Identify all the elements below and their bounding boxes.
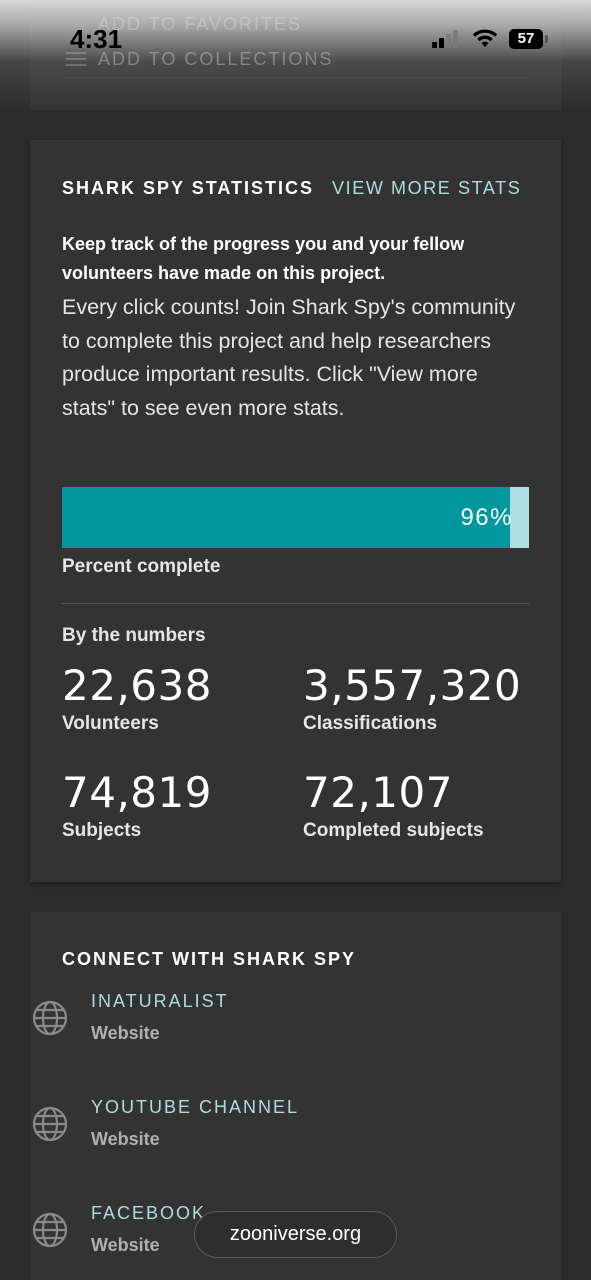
link-name[interactable]: INATURALIST: [91, 991, 229, 1012]
cellular-signal-icon: [432, 28, 464, 48]
statistics-heading: SHARK SPY STATISTICS: [62, 178, 315, 198]
statistics-description: Every click counts! Join Shark Spy's com…: [62, 295, 516, 420]
stat-value: 22,638: [62, 661, 212, 710]
link-name[interactable]: FACEBOOK: [91, 1203, 206, 1224]
stat-completed-subjects: 72,107 Completed subjects: [303, 768, 484, 844]
stat-label: Volunteers: [62, 713, 159, 734]
percent-complete-label: Percent complete: [62, 556, 221, 577]
stat-subjects: 74,819 Subjects: [62, 768, 212, 844]
add-to-favorites-button[interactable]: ADD TO FAVORITES: [98, 14, 302, 35]
browser-url-bar[interactable]: zooniverse.org: [194, 1211, 397, 1258]
status-time: 4:31: [70, 24, 123, 54]
link-type: Website: [91, 1023, 160, 1043]
statistics-lead: Keep track of the progress you and your …: [62, 234, 465, 283]
add-to-collections-button[interactable]: ADD TO COLLECTIONS: [98, 49, 333, 70]
link-type: Website: [91, 1129, 160, 1149]
stat-value: 72,107: [303, 768, 453, 817]
divider: [62, 603, 529, 604]
stat-label: Completed subjects: [303, 820, 484, 841]
stat-value: 3,557,320: [303, 661, 522, 710]
external-link-youtube[interactable]: YOUTUBE CHANNEL Website: [32, 1097, 472, 1166]
statistics-card: SHARK SPY STATISTICS VIEW MORE STATS Kee…: [30, 140, 561, 882]
stat-volunteers: 22,638 Volunteers: [62, 661, 212, 737]
view-more-stats-link[interactable]: VIEW MORE STATS: [332, 178, 521, 199]
numbers-heading: By the numbers: [62, 625, 206, 646]
stat-label: Subjects: [62, 820, 142, 841]
globe-icon: [32, 1106, 68, 1142]
wifi-icon: [472, 29, 498, 47]
globe-icon: [32, 1212, 68, 1248]
link-name[interactable]: YOUTUBE CHANNEL: [91, 1097, 299, 1118]
stat-classifications: 3,557,320 Classifications: [303, 661, 521, 737]
external-link-inaturalist[interactable]: INATURALIST Website: [32, 991, 472, 1060]
link-type: Website: [91, 1235, 160, 1255]
project-page: ADD TO FAVORITES ADD TO COLLECTIONS 4:31…: [0, 0, 591, 1280]
progress-label: 96%: [460, 504, 513, 531]
battery-indicator: 57: [509, 29, 548, 49]
globe-icon: [32, 1000, 68, 1036]
stat-label: Classifications: [303, 713, 438, 734]
progress-bar: 96%: [62, 487, 529, 548]
stat-value: 74,819: [62, 768, 212, 817]
progress-bar-fill: [62, 487, 511, 548]
connect-heading: CONNECT WITH SHARK SPY: [62, 949, 357, 969]
project-actions-card: ADD TO FAVORITES ADD TO COLLECTIONS: [30, 0, 561, 110]
